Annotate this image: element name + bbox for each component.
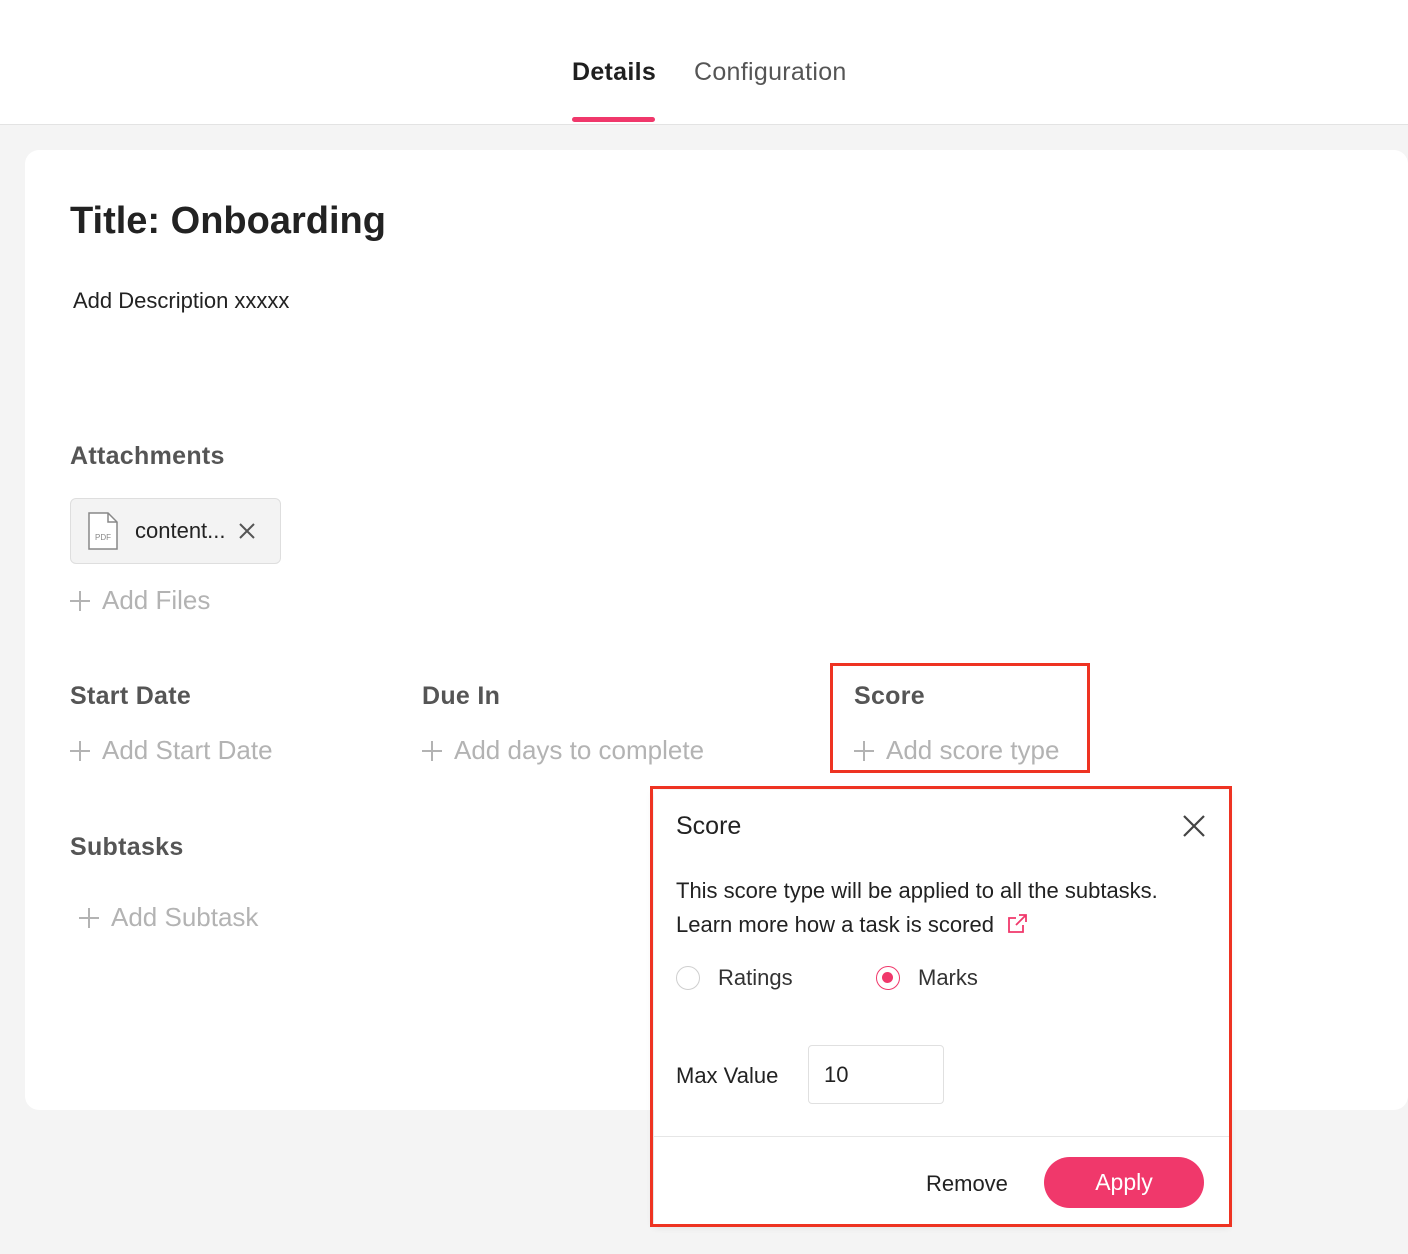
- attachments-heading: Attachments: [70, 442, 225, 470]
- active-tab-indicator: [572, 117, 655, 122]
- add-start-date-button[interactable]: Add Start Date: [70, 735, 273, 766]
- radio-ratings[interactable]: Ratings: [676, 965, 793, 991]
- radio-marks-label: Marks: [918, 965, 978, 990]
- max-value-input[interactable]: [808, 1045, 944, 1104]
- plus-icon: [70, 590, 90, 611]
- score-heading: Score: [854, 682, 925, 710]
- tab-details[interactable]: Details: [572, 58, 656, 87]
- score-popup-description: This score type will be applied to all t…: [676, 874, 1158, 942]
- task-description[interactable]: Add Description xxxxx: [73, 288, 289, 314]
- radio-marks-circle[interactable]: [876, 966, 900, 990]
- external-link-icon[interactable]: [1006, 913, 1028, 935]
- top-tab-bar: Details Configuration: [0, 0, 1408, 125]
- radio-ratings-circle[interactable]: [676, 966, 700, 990]
- attachment-filename[interactable]: content...: [135, 518, 226, 544]
- add-subtask-label: Add Subtask: [111, 902, 259, 932]
- plus-icon: [79, 907, 99, 928]
- add-score-type-button[interactable]: Add score type: [854, 735, 1059, 766]
- pdf-icon-text: PDF: [95, 533, 111, 542]
- add-start-date-label: Add Start Date: [102, 735, 273, 765]
- add-days-to-complete-button[interactable]: Add days to complete: [422, 735, 704, 766]
- plus-icon: [422, 740, 442, 761]
- score-description-text: This score type will be applied to all t…: [676, 878, 1158, 903]
- add-files-button[interactable]: Add Files: [70, 585, 210, 616]
- add-files-label: Add Files: [102, 585, 211, 615]
- score-popup-title: Score: [676, 812, 742, 840]
- subtasks-heading: Subtasks: [70, 833, 184, 861]
- due-in-heading: Due In: [422, 682, 501, 710]
- apply-button[interactable]: Apply: [1044, 1157, 1204, 1208]
- plus-icon: [854, 740, 874, 761]
- remove-button[interactable]: Remove: [926, 1171, 1008, 1197]
- task-title[interactable]: Title: Onboarding: [70, 200, 386, 243]
- max-value-label: Max Value: [676, 1063, 779, 1088]
- start-date-heading: Start Date: [70, 682, 192, 710]
- remove-attachment-icon[interactable]: [238, 518, 256, 544]
- tab-configuration[interactable]: Configuration: [694, 58, 847, 87]
- plus-icon: [70, 740, 90, 761]
- pdf-file-icon: PDF: [88, 512, 118, 550]
- add-days-label: Add days to complete: [454, 735, 705, 765]
- attachment-chip[interactable]: PDF content...: [70, 498, 281, 564]
- learn-more-link[interactable]: Learn more how a task is scored: [676, 908, 1158, 942]
- radio-ratings-label: Ratings: [718, 965, 793, 990]
- popup-divider: [654, 1136, 1229, 1137]
- score-popup: Score This score type will be applied to…: [654, 790, 1229, 1224]
- radio-marks[interactable]: Marks: [876, 965, 978, 991]
- add-subtask-button[interactable]: Add Subtask: [79, 902, 258, 933]
- add-score-type-label: Add score type: [886, 735, 1060, 765]
- close-icon[interactable]: [1182, 814, 1206, 838]
- learn-more-text[interactable]: Learn more how a task is scored: [676, 912, 994, 937]
